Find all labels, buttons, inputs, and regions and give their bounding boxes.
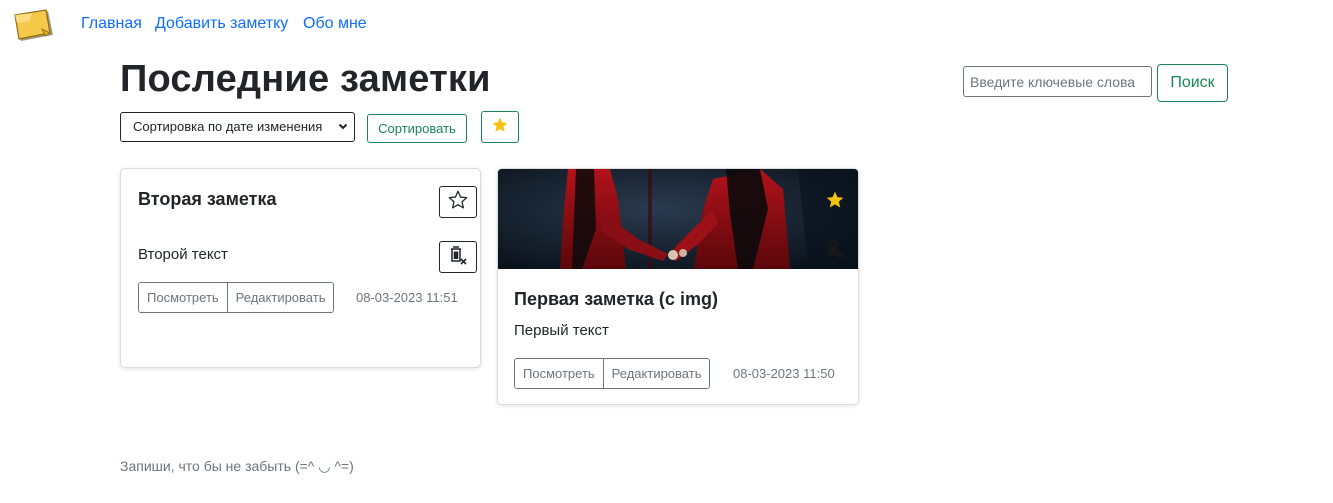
note-date: 08-03-2023 11:51 <box>356 290 458 305</box>
view-note-button[interactable]: Посмотреть <box>515 359 603 388</box>
note-card: Первая заметка (с img) Первый текст Посм… <box>497 168 859 405</box>
chevron-down-icon <box>338 113 348 141</box>
search-button[interactable]: Поиск <box>1157 64 1228 102</box>
favorites-filter-button[interactable] <box>481 111 519 143</box>
note-image <box>498 169 858 269</box>
trash-x-icon <box>825 238 845 265</box>
nav-link-home[interactable]: Главная <box>81 15 142 33</box>
favorite-toggle-button[interactable] <box>816 186 854 218</box>
note-date: 08-03-2023 11:50 <box>733 366 835 381</box>
star-filled-icon <box>491 116 509 139</box>
delete-note-button[interactable] <box>816 235 854 267</box>
nav-link-add-note[interactable]: Добавить заметку <box>155 15 288 33</box>
note-title: Вторая заметка <box>138 189 277 209</box>
sort-select-value: Сортировка по дате изменения <box>133 119 323 134</box>
star-filled-icon <box>825 190 845 215</box>
page-title: Последние заметки <box>120 58 491 100</box>
notes-logo-icon[interactable] <box>12 8 56 42</box>
footer-tagline: Запиши, что бы не забыть (=^ ◡ ^=) <box>120 458 354 474</box>
note-card: Вторая заметка Второй текст Посмотреть Р… <box>120 168 481 368</box>
delete-note-button[interactable] <box>439 241 477 273</box>
edit-note-button[interactable]: Редактировать <box>602 359 710 388</box>
search-input[interactable] <box>963 66 1152 97</box>
note-actions: Посмотреть Редактировать <box>138 282 335 313</box>
star-outline-icon <box>447 189 469 216</box>
note-actions: Посмотреть Редактировать <box>514 358 711 389</box>
sort-select[interactable]: Сортировка по дате изменения <box>120 112 355 142</box>
sort-button[interactable]: Сортировать <box>367 114 467 143</box>
view-note-button[interactable]: Посмотреть <box>139 283 227 312</box>
trash-x-icon <box>448 244 468 271</box>
note-title: Первая заметка (с img) <box>514 289 718 309</box>
edit-note-button[interactable]: Редактировать <box>226 283 334 312</box>
navbar: Главная Добавить заметку Обо мне <box>0 0 1333 50</box>
nav-link-about[interactable]: Обо мне <box>303 15 367 33</box>
note-text: Первый текст <box>514 322 609 339</box>
note-text: Второй текст <box>138 246 228 263</box>
favorite-toggle-button[interactable] <box>439 186 477 218</box>
